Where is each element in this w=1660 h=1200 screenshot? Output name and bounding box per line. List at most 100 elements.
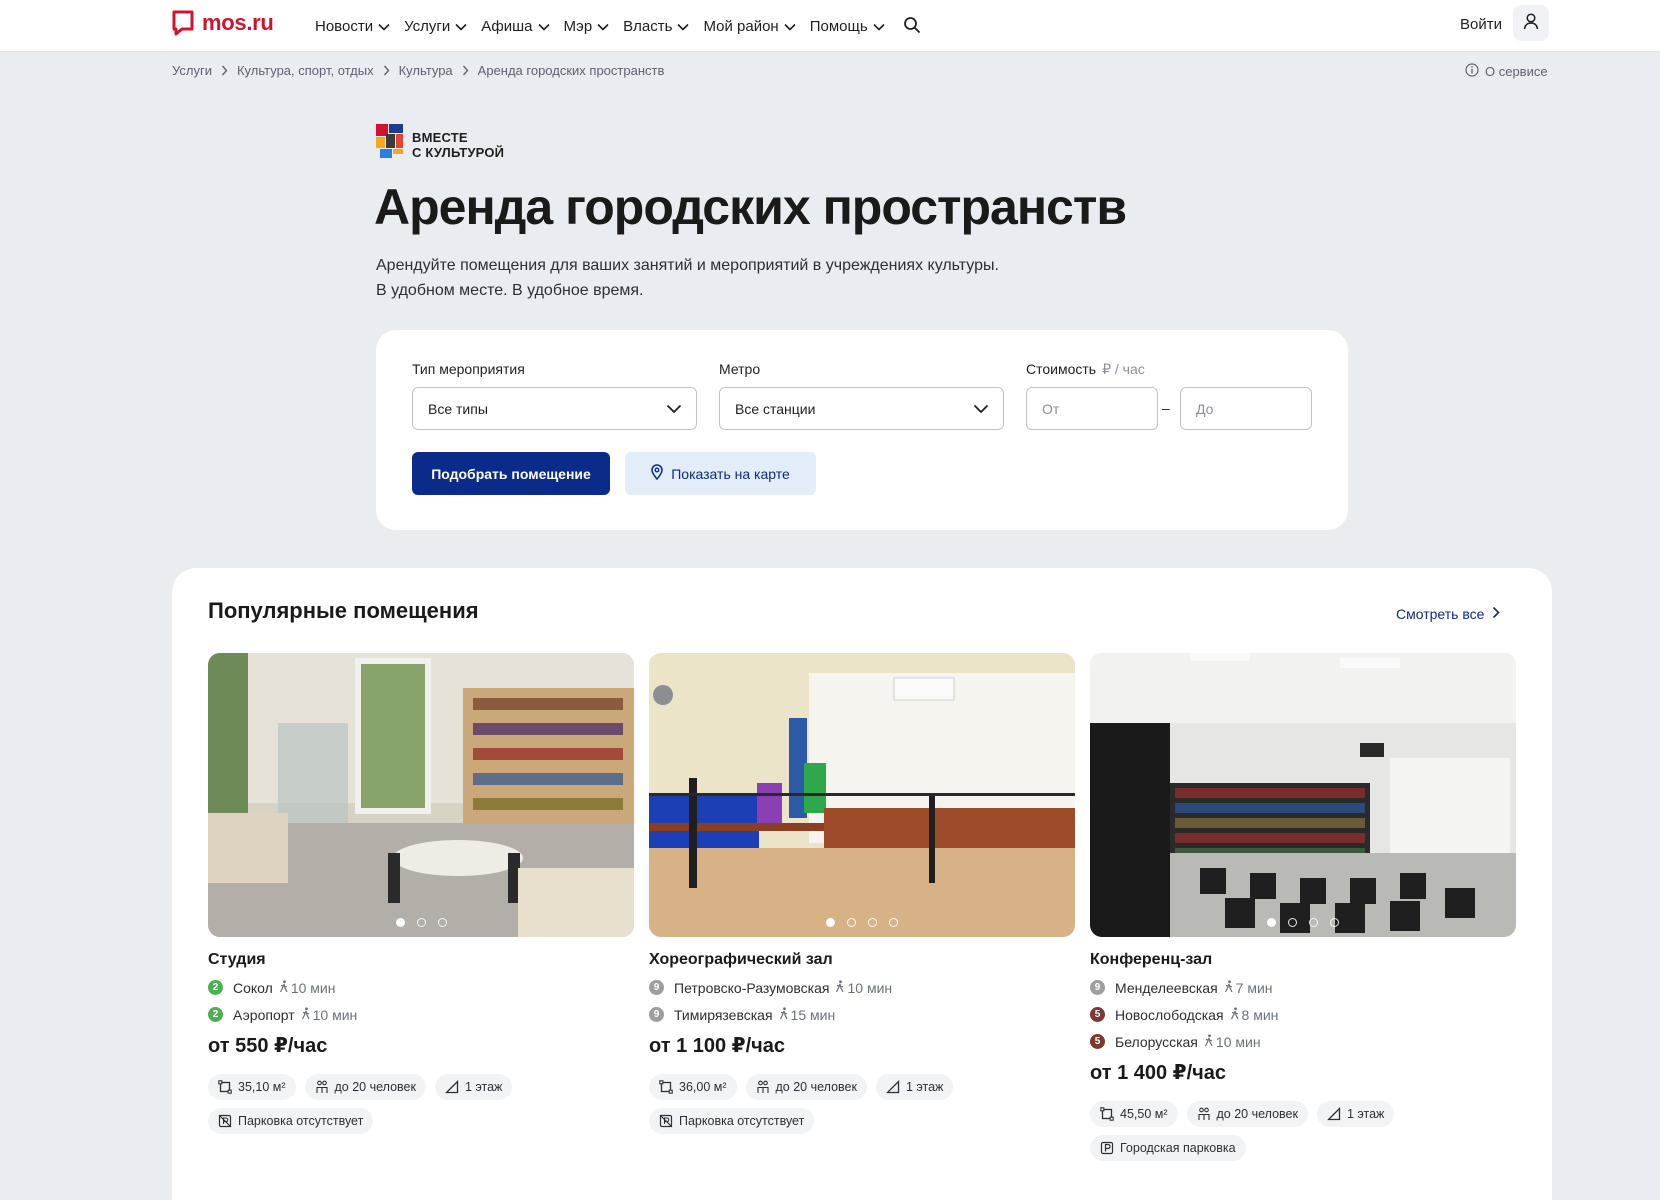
breadcrumb-item[interactable]: Культура, спорт, отдых <box>237 63 374 78</box>
breadcrumb-item[interactable]: Культура <box>399 63 453 78</box>
parking-value: Городская парковка <box>1120 1141 1236 1155</box>
metro-station: Аэропорт <box>233 1006 295 1023</box>
carousel-dot[interactable] <box>437 918 447 927</box>
metro-line-badge: 9 <box>1090 980 1105 995</box>
metro-select[interactable]: Все станции <box>719 387 1004 430</box>
login-link[interactable]: Войти <box>1460 16 1502 33</box>
capacity-chip: до 20 человек <box>745 1074 867 1100</box>
see-all-link[interactable]: Смотреть все <box>1396 606 1501 622</box>
find-room-button[interactable]: Подобрать помещение <box>412 452 610 495</box>
no-parking-icon <box>218 1114 232 1128</box>
room-title[interactable]: Конференц-зал <box>1090 951 1516 969</box>
walk-time: 7 мин <box>1224 980 1273 996</box>
metro-line-badge: 5 <box>1090 1034 1105 1049</box>
room-card[interactable]: Хореографический зал 9 Петровско-Разумов… <box>649 653 1075 1134</box>
carousel-dots <box>649 918 1075 927</box>
carousel-dot[interactable] <box>868 918 877 927</box>
room-price: от 1 100 ₽/час <box>649 1035 786 1057</box>
mos-ru-logo[interactable]: mos.ru <box>172 10 274 36</box>
area-icon <box>1100 1107 1114 1121</box>
parking-chip: Городская парковка <box>1090 1135 1246 1161</box>
metro-station: Белорусская <box>1115 1033 1198 1050</box>
info-icon <box>1465 63 1479 80</box>
nav-services[interactable]: Услуги <box>404 18 467 35</box>
page-subtitle: Арендуйте помещения для ваших занятий и … <box>376 253 1136 303</box>
logo-text: mos.ru <box>202 10 274 35</box>
map-pin-icon <box>651 464 663 483</box>
metro-line-badge: 2 <box>208 980 223 995</box>
walking-person-icon <box>1224 979 1234 996</box>
chevron-down-icon <box>666 401 682 417</box>
carousel-dot[interactable] <box>889 918 898 927</box>
capacity-chip: до 20 человек <box>1186 1101 1308 1127</box>
nav-help[interactable]: Помощь <box>810 18 885 35</box>
carousel-dot[interactable] <box>395 918 405 927</box>
walk-time: 10 мин <box>835 980 892 996</box>
event-type-label: Тип мероприятия <box>412 361 525 377</box>
chevron-down-icon <box>784 18 796 35</box>
carousel-dot[interactable] <box>1330 918 1339 927</box>
area-chip: 36,00 м² <box>649 1074 737 1100</box>
carousel-dot[interactable] <box>1309 918 1318 927</box>
room-card[interactable]: Конференц-зал 9 Менделеевская 7 мин 5 Но… <box>1090 653 1516 1161</box>
breadcrumb-current: Аренда городских пространств <box>477 63 665 78</box>
nav-news[interactable]: Новости <box>315 18 390 35</box>
walk-time: 10 мин <box>301 1006 358 1023</box>
room-card[interactable]: Студия 2 Сокол 10 мин 2 Аэропорт 10 мин … <box>208 653 634 1134</box>
breadcrumb-item[interactable]: Услуги <box>172 63 212 78</box>
floor-chip: 1 этаж <box>875 1074 954 1100</box>
carousel-dot[interactable] <box>847 918 856 927</box>
chevron-down-icon <box>597 18 609 35</box>
nav-label: Услуги <box>404 17 451 35</box>
carousel-dot[interactable] <box>826 918 835 927</box>
floor-chip: 1 этаж <box>1316 1101 1395 1127</box>
metro-station: Сокол <box>233 979 273 996</box>
parking-value: Парковка отсутствует <box>238 1114 364 1128</box>
room-photo[interactable] <box>208 653 634 937</box>
room-features: 36,00 м² до 20 человек 1 этаж Парковка о… <box>649 1074 1075 1134</box>
room-title[interactable]: Студия <box>208 951 634 969</box>
cost-unit: ₽ / час <box>1102 361 1145 377</box>
capacity-value: до 20 человек <box>1216 1107 1298 1121</box>
main-nav: Новости Услуги Афиша Мэр Власть Мой райо… <box>315 0 923 52</box>
room-title[interactable]: Хореографический зал <box>649 951 1075 969</box>
floor-value: 1 этаж <box>905 1080 944 1094</box>
room-price: от 1 400 ₽/час <box>1090 1062 1227 1084</box>
event-type-value: Все типы <box>428 400 488 417</box>
nav-government[interactable]: Власть <box>623 18 690 35</box>
area-icon <box>659 1080 673 1094</box>
metro-row: 9 Петровско-Разумовская 10 мин <box>649 979 1075 996</box>
nav-my-district[interactable]: Мой район <box>703 18 796 35</box>
metro-list: 2 Сокол 10 мин 2 Аэропорт 10 мин <box>208 979 634 1023</box>
room-price: от 550 ₽/час <box>208 1035 328 1057</box>
carousel-dot[interactable] <box>416 918 426 927</box>
user-profile-button[interactable] <box>1513 5 1549 41</box>
capacity-chip: до 20 человек <box>304 1074 426 1100</box>
event-type-select[interactable]: Все типы <box>412 387 697 430</box>
walk-time-value: 10 мин <box>312 1006 358 1023</box>
section-title: Популярные помещения <box>208 598 479 623</box>
about-service-link[interactable]: О сервисе <box>1465 63 1548 80</box>
nav-afisha[interactable]: Афиша <box>481 18 550 35</box>
room-features: 45,50 м² до 20 человек 1 этаж Городская … <box>1090 1101 1516 1161</box>
chevron-right-icon <box>1492 606 1501 622</box>
people-icon <box>756 1080 770 1094</box>
chevron-down-icon <box>973 401 989 417</box>
nav-mayor[interactable]: Мэр <box>564 18 610 35</box>
walking-person-icon <box>301 1006 311 1023</box>
culture-logo-line2: С КУЛЬТУРОЙ <box>412 144 505 160</box>
carousel-dot[interactable] <box>1288 918 1297 927</box>
metro-station: Тимирязевская <box>674 1006 773 1023</box>
walk-time: 8 мин <box>1230 1007 1278 1023</box>
subtitle-line: В удобном месте. В удобное время. <box>376 282 644 299</box>
carousel-dot[interactable] <box>1267 918 1276 927</box>
search-icon[interactable] <box>903 16 923 36</box>
price-from-input[interactable] <box>1026 387 1158 430</box>
show-on-map-label: Показать на карте <box>671 465 790 482</box>
room-photo[interactable] <box>1090 653 1516 937</box>
carousel-dots <box>1090 918 1516 927</box>
price-to-input[interactable] <box>1180 387 1312 430</box>
price-range-dash: – <box>1162 400 1170 416</box>
show-on-map-button[interactable]: Показать на карте <box>625 452 816 495</box>
room-photo[interactable] <box>649 653 1075 937</box>
